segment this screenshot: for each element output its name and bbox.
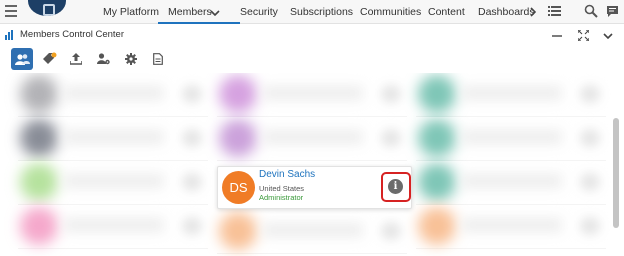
info-icon xyxy=(381,85,401,103)
avatar xyxy=(219,119,257,157)
upload-button[interactable] xyxy=(65,48,87,70)
chevron-right-icon[interactable] xyxy=(530,7,536,17)
info-icon xyxy=(580,173,600,191)
widget-header: Members Control Center xyxy=(0,25,624,45)
tag-icon xyxy=(42,52,56,64)
member-card-blurred[interactable] xyxy=(217,210,407,254)
member-card-blurred[interactable] xyxy=(18,161,208,205)
hamburger-icon[interactable] xyxy=(5,5,17,17)
nav-item-content[interactable]: Content xyxy=(428,0,465,24)
member-card-blurred[interactable] xyxy=(416,117,606,161)
minimize-icon[interactable] xyxy=(552,31,562,41)
gear-button[interactable] xyxy=(120,48,142,70)
member-country: United States xyxy=(259,184,305,193)
widget-title: Members Control Center xyxy=(20,29,125,40)
members-button[interactable] xyxy=(11,48,33,70)
list-icon[interactable] xyxy=(548,5,561,17)
document-button[interactable] xyxy=(147,48,169,70)
logo[interactable] xyxy=(28,0,66,16)
info-icon xyxy=(182,85,202,103)
document-icon xyxy=(153,53,163,65)
avatar xyxy=(219,75,257,113)
member-card-blurred[interactable] xyxy=(416,205,606,249)
info-icon xyxy=(580,217,600,235)
search-user-icon[interactable] xyxy=(584,4,598,18)
member-card-blurred[interactable] xyxy=(217,73,407,117)
upload-icon xyxy=(70,53,82,65)
info-icon xyxy=(580,129,600,147)
scrollbar-thumb[interactable] xyxy=(613,118,619,228)
info-icon xyxy=(381,129,401,147)
member-card-blurred[interactable] xyxy=(217,117,407,161)
chat-icon[interactable] xyxy=(606,5,619,18)
nav-item-members[interactable]: Members xyxy=(158,0,240,24)
member-role: Administrator xyxy=(259,193,304,202)
avatar: DS xyxy=(222,171,255,204)
member-card-blurred[interactable] xyxy=(416,73,606,117)
nav-item-security[interactable]: Security xyxy=(240,0,278,24)
nav-item-subscriptions[interactable]: Subscriptions xyxy=(290,0,353,24)
info-icon[interactable]: i xyxy=(388,179,403,194)
avatar xyxy=(418,119,456,157)
chart-icon xyxy=(5,30,13,40)
info-icon xyxy=(580,85,600,103)
nav-item-dashboards[interactable]: Dashboards xyxy=(478,0,535,24)
info-icon xyxy=(182,173,202,191)
tag-button[interactable] xyxy=(38,48,60,70)
avatar xyxy=(418,75,456,113)
avatar xyxy=(20,163,58,201)
chevron-down-icon xyxy=(210,10,220,16)
info-icon xyxy=(182,217,202,235)
avatar xyxy=(20,75,58,113)
expand-icon[interactable] xyxy=(578,30,589,41)
member-name[interactable]: Devin Sachs xyxy=(259,169,315,180)
top-navigation: My Platform Members Security Subscriptio… xyxy=(0,0,624,24)
members-icon xyxy=(14,54,30,65)
member-card[interactable]: DS Devin Sachs United States Administrat… xyxy=(217,166,412,209)
avatar xyxy=(20,119,58,157)
gear-icon xyxy=(125,53,137,65)
member-card-blurred[interactable] xyxy=(18,117,208,161)
nav-item-my-platform[interactable]: My Platform xyxy=(103,0,159,24)
collapse-icon[interactable] xyxy=(603,33,613,39)
avatar xyxy=(219,212,257,250)
user-settings-button[interactable] xyxy=(92,48,114,70)
info-icon xyxy=(182,129,202,147)
member-card-blurred[interactable] xyxy=(18,205,208,249)
avatar xyxy=(418,163,456,201)
info-icon xyxy=(381,222,401,240)
avatar xyxy=(418,207,456,245)
nav-item-label: Members xyxy=(168,6,212,18)
user-settings-icon xyxy=(96,53,110,65)
member-grid xyxy=(0,73,624,256)
avatar xyxy=(20,207,58,245)
member-card-blurred[interactable] xyxy=(416,161,606,205)
toolbar xyxy=(0,45,624,73)
nav-item-communities[interactable]: Communities xyxy=(360,0,421,24)
member-card-blurred[interactable] xyxy=(18,73,208,117)
